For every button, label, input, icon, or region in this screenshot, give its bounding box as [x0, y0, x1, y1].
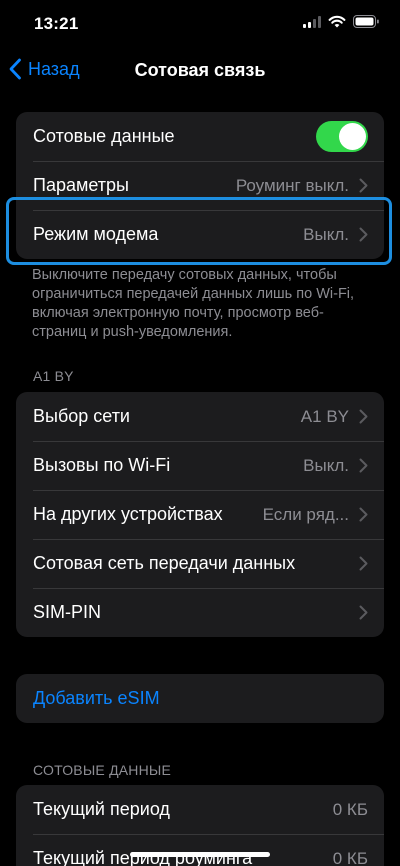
- data-network-label: Сотовая сеть передачи данных: [33, 553, 296, 573]
- cellular-signal-icon: [303, 15, 321, 28]
- settings-screen: 13:21 Назад Сотовая связь Сотовые данные…: [0, 0, 400, 866]
- cellular-data-network-row[interactable]: Сотовая сеть передачи данных: [16, 539, 384, 588]
- roaming-period-value: 0 КБ: [332, 848, 368, 866]
- add-esim-button[interactable]: Добавить eSIM: [16, 674, 384, 723]
- sim-pin-row[interactable]: SIM-PIN: [16, 588, 384, 637]
- wifi-calls-value: Выкл.: [303, 455, 349, 475]
- chevron-right-icon: [359, 605, 368, 620]
- status-time: 13:21: [34, 14, 79, 33]
- page-title: Сотовая связь: [134, 60, 266, 80]
- network-selection-row[interactable]: Выбор сети A1 BY: [16, 392, 384, 441]
- cellular-data-section-header: СОТОВЫЕ ДАННЫЕ: [33, 762, 172, 778]
- roaming-period-row: Текущий период роуминга 0 КБ: [16, 834, 384, 866]
- chevron-right-icon: [359, 556, 368, 571]
- status-icons: [303, 15, 380, 28]
- toggle-knob: [339, 123, 366, 150]
- cellular-data-toggle[interactable]: [316, 121, 368, 152]
- cellular-data-label: Сотовые данные: [33, 126, 175, 146]
- network-label: Выбор сети: [33, 406, 130, 426]
- highlight-frame: [6, 197, 392, 265]
- add-esim-group: Добавить eSIM: [16, 674, 384, 723]
- other-devices-label: На других устройствах: [33, 504, 223, 524]
- sim-pin-label: SIM-PIN: [33, 602, 102, 622]
- other-devices-row[interactable]: На других устройствах Если ряд...: [16, 490, 384, 539]
- options-value: Роуминг выкл.: [235, 175, 349, 195]
- current-period-label: Текущий период: [33, 799, 170, 819]
- carrier-group: Выбор сети A1 BY Вызовы по Wi-Fi Выкл. Н…: [16, 392, 384, 637]
- status-bar: 13:21: [0, 0, 400, 50]
- carrier-section-header: A1 BY: [33, 368, 74, 384]
- chevron-right-icon: [359, 409, 368, 424]
- chevron-right-icon: [359, 507, 368, 522]
- add-esim-label: Добавить eSIM: [33, 688, 160, 708]
- options-label: Параметры: [33, 175, 129, 195]
- home-indicator[interactable]: [130, 852, 270, 857]
- wifi-calls-label: Вызовы по Wi-Fi: [33, 455, 171, 475]
- chevron-right-icon: [359, 178, 368, 193]
- roaming-period-label: Текущий период роуминга: [33, 848, 253, 866]
- wifi-icon: [328, 15, 346, 28]
- cellular-data-footer-note: Выключите передачу сотовых данных, чтобы…: [32, 267, 355, 340]
- other-devices-value: Если ряд...: [262, 504, 349, 524]
- current-period-row: Текущий период 0 КБ: [16, 785, 384, 834]
- wifi-calling-row[interactable]: Вызовы по Wi-Fi Выкл.: [16, 441, 384, 490]
- chevron-right-icon: [359, 458, 368, 473]
- battery-icon: [353, 15, 379, 28]
- cellular-data-row: Сотовые данные: [16, 112, 384, 161]
- current-period-value: 0 КБ: [332, 799, 368, 819]
- navigation-bar: Назад Сотовая связь: [0, 50, 400, 94]
- network-value: A1 BY: [300, 406, 349, 426]
